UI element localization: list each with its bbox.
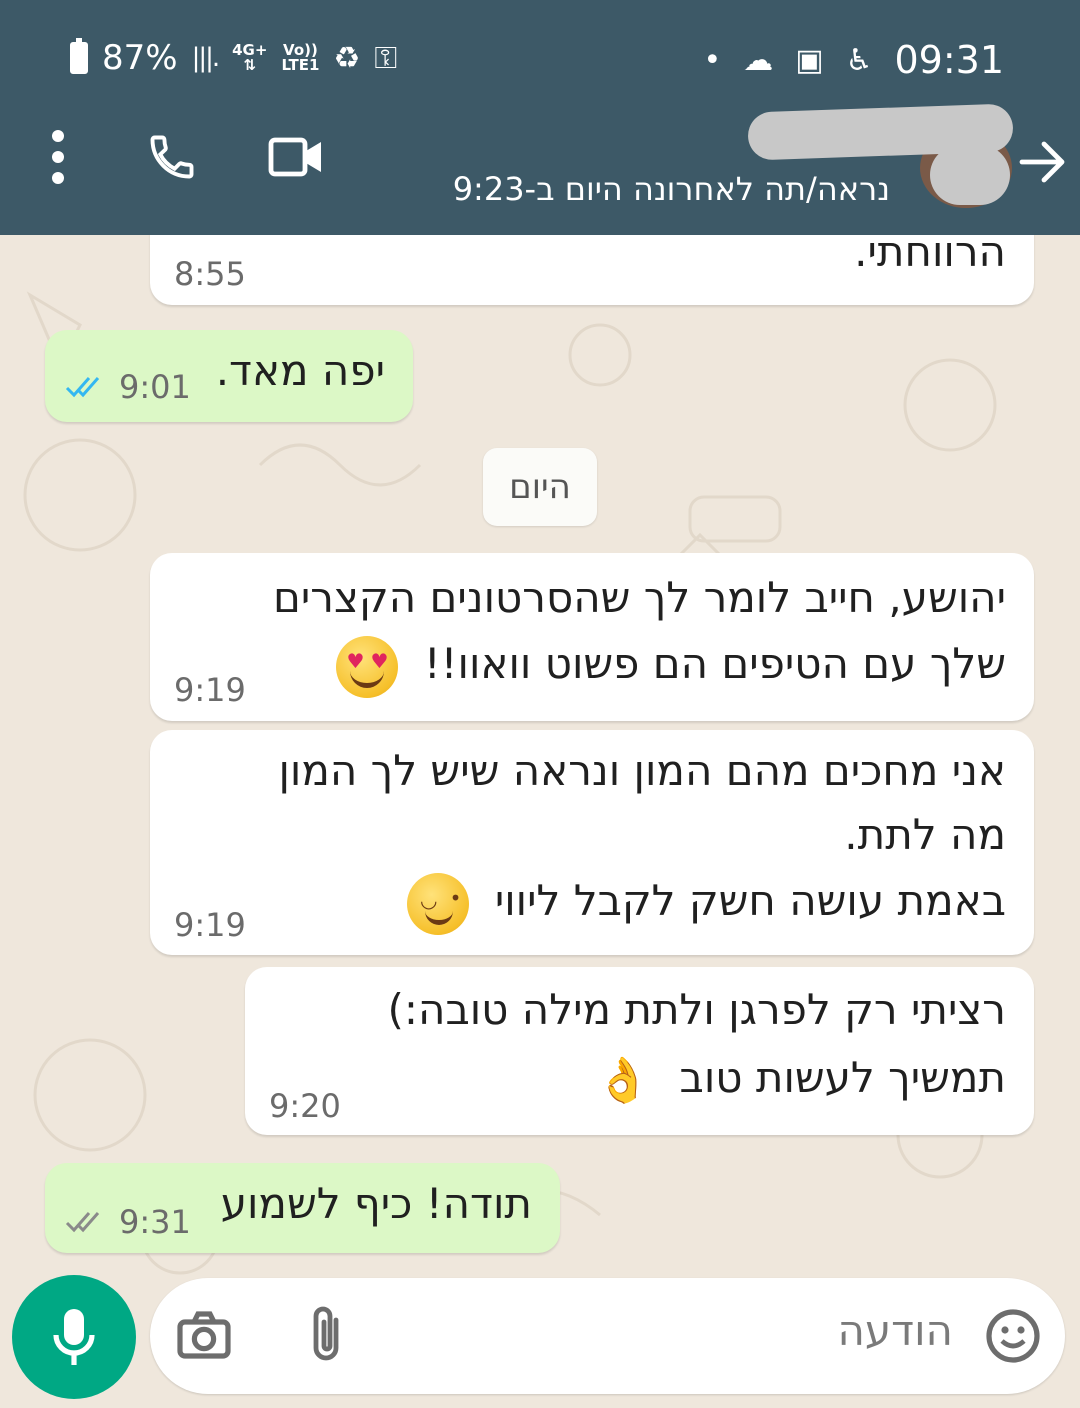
- message-input[interactable]: הודעה: [837, 1306, 953, 1355]
- message-text: מה לתת.: [844, 810, 1006, 859]
- chat-area[interactable]: הרווחתי. 8:55 יפה מאד. 9:01 היום יהושע, …: [0, 235, 1080, 1408]
- last-seen-status: נראה/תה לאחרונה היום ב-9:23: [452, 170, 890, 208]
- message-time: 9:19: [174, 906, 246, 944]
- ok-hand-emoji: 👌: [595, 1054, 651, 1106]
- message-bubble-incoming[interactable]: יהושע, חייב לומר לך שהסרטונים הקצרים שלך…: [150, 553, 1034, 721]
- battery-level: 87%: [102, 38, 178, 78]
- message-text-line: שלך עם הטיפים הם פשוט וואוו!!: [423, 639, 1006, 688]
- message-time: 9:19: [174, 671, 246, 709]
- top-bar: 87% |||. 4G+ ⇅ Vo)) LTE1 ♻ ⚿ • ☁ ▣ ♿ 09:31…: [0, 0, 1080, 235]
- message-bubble-incoming[interactable]: אני מחכים מהם המון ונראה שיש לך המון מה …: [150, 730, 1034, 955]
- network-indicator: 4G+ ⇅: [232, 41, 268, 74]
- video-call-icon[interactable]: [268, 135, 324, 179]
- message-text: יהושע, חייב לומר לך שהסרטונים הקצרים: [273, 573, 1006, 622]
- message-text-line: באמת עושה חשק לקבל ליווי: [494, 876, 1006, 925]
- clock: 09:31: [894, 38, 1004, 82]
- battery-icon: [70, 38, 88, 74]
- message-time: 9:31: [119, 1203, 191, 1241]
- message-time: 8:55: [174, 255, 246, 293]
- message-bubble-outgoing[interactable]: תודה! כיף לשמוע 9:31: [45, 1163, 560, 1253]
- message-text: שלך עם הטיפים הם פשוט וואוו!! ♥ ♥: [336, 631, 1006, 698]
- vpn-key-icon: ⚿: [374, 40, 398, 76]
- image-icon: ▣: [795, 42, 824, 78]
- voice-call-icon[interactable]: [146, 131, 198, 183]
- back-arrow-icon[interactable]: [1018, 140, 1068, 184]
- voice-record-button[interactable]: [12, 1275, 136, 1399]
- message-composer[interactable]: הודעה: [150, 1278, 1065, 1394]
- read-receipt-icon: [65, 377, 100, 398]
- status-bar: 87% |||. 4G+ ⇅ Vo)) LTE1 ♻ ⚿ • ☁ ▣ ♿ 09:31: [0, 38, 1080, 88]
- message-text-line: תמשיך לעשות טוב: [679, 1053, 1006, 1102]
- message-bubble-incoming[interactable]: רציתי רק לפרגן ולתת מילה טובה:) תמשיך לע…: [245, 967, 1034, 1135]
- more-options-icon[interactable]: [40, 130, 76, 184]
- message-text: יפה מאד.: [215, 346, 385, 395]
- message-bubble-incoming[interactable]: הרווחתי. 8:55: [150, 235, 1034, 305]
- cloud-icon: ☁: [743, 42, 774, 78]
- signal-icon: |||.: [191, 43, 221, 73]
- recycle-icon: ♻: [333, 40, 361, 76]
- emoji-icon[interactable]: [985, 1308, 1041, 1364]
- message-text: אני מחכים מהם המון ונראה שיש לך המון: [278, 746, 1006, 795]
- day-separator: היום: [483, 448, 597, 526]
- message-text: רציתי רק לפרגן ולתת מילה טובה:): [387, 985, 1006, 1034]
- message-text: תודה! כיף לשמוע: [220, 1179, 532, 1228]
- wink-emoji: ◡ •: [407, 872, 470, 935]
- camera-icon[interactable]: [176, 1310, 232, 1360]
- redaction-mark: [930, 145, 1010, 205]
- dot-icon: •: [703, 42, 722, 78]
- attach-icon[interactable]: [308, 1304, 348, 1366]
- heart-eyes-emoji: ♥ ♥: [336, 635, 399, 698]
- accessibility-icon: ♿: [845, 42, 873, 78]
- mic-icon: [53, 1309, 95, 1365]
- message-time: 9:01: [119, 368, 191, 406]
- message-time: 9:20: [269, 1087, 341, 1125]
- message-bubble-outgoing[interactable]: יפה מאד. 9:01: [45, 330, 413, 422]
- message-text: באמת עושה חשק לקבל ליווי ◡ •: [407, 868, 1006, 935]
- volte-indicator: Vo)) LTE1: [281, 41, 320, 74]
- delivered-receipt-icon: [65, 1212, 100, 1233]
- message-text: תמשיך לעשות טוב 👌: [594, 1045, 1006, 1111]
- message-text: הרווחתי.: [854, 235, 1006, 276]
